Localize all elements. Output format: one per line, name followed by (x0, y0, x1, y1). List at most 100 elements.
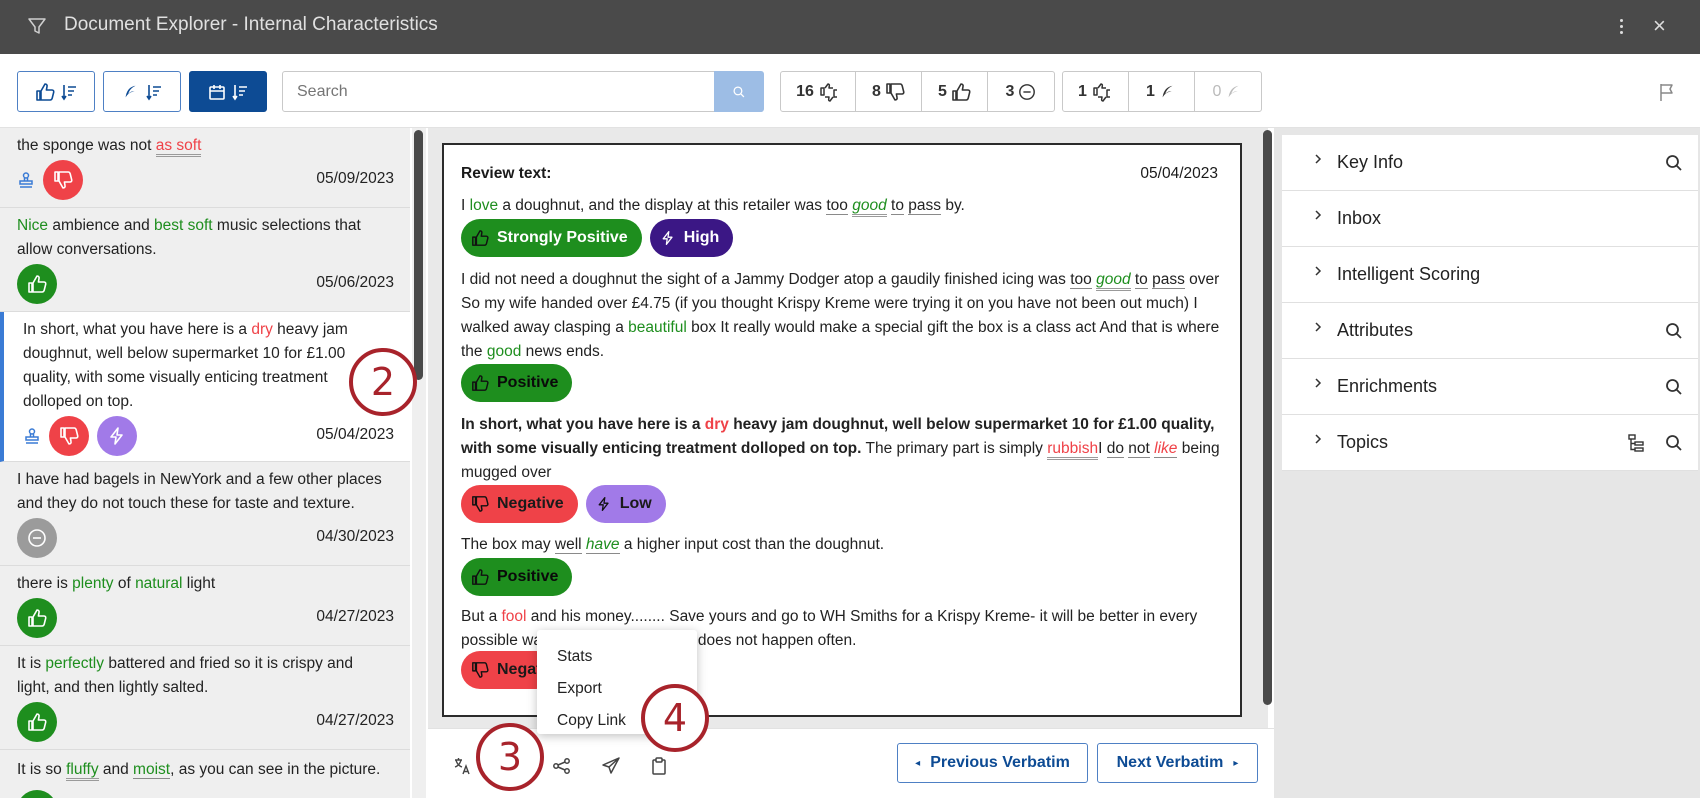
count-value: 5 (938, 82, 947, 100)
thumbs-up-icon (27, 274, 47, 294)
panel-enrichments[interactable]: Enrichments (1282, 359, 1698, 415)
panel-attributes[interactable]: Attributes (1282, 303, 1698, 359)
effort-chip[interactable]: Low (585, 485, 666, 523)
translate-icon[interactable] (452, 756, 472, 776)
list-item[interactable]: there is plenty of natural light 04/27/2… (0, 566, 410, 646)
chevron-right-icon (1312, 265, 1324, 277)
count-value: 16 (796, 82, 814, 100)
count-value: 0 (1212, 82, 1222, 100)
list-item-icons (17, 518, 57, 558)
panel-intelligent-scoring[interactable]: Intelligent Scoring (1282, 247, 1698, 303)
mixed-sentiment-icon (818, 82, 840, 102)
flag-icon[interactable] (1658, 82, 1676, 102)
list-item-icons (17, 160, 83, 200)
sentence-1: I love a doughnut, and the display at th… (461, 194, 1229, 218)
sentence-2: I did not need a doughnut the sight of a… (461, 271, 1220, 360)
caret-right-icon: ▸ (1233, 757, 1239, 769)
panel-inbox[interactable]: Inbox (1282, 191, 1698, 247)
sort-by-effort-button[interactable] (103, 71, 181, 112)
menu-item-stats[interactable]: Stats (537, 643, 697, 675)
sort-icon (146, 83, 162, 101)
next-verbatim-button[interactable]: Next Verbatim ▸ (1097, 743, 1258, 783)
mixed-sentiment-icon (1091, 82, 1113, 102)
document-scrollbar[interactable] (1262, 128, 1274, 728)
share-icon[interactable] (552, 756, 572, 776)
callout-3: 3 (476, 723, 544, 791)
effort-counts: 1 1 0 (1062, 71, 1262, 112)
callout-4: 4 (641, 684, 709, 752)
count-negative-button[interactable]: 8 (856, 72, 922, 111)
list-item-text: the sponge was not as soft (17, 134, 387, 158)
sort-by-sentiment-button[interactable] (17, 71, 95, 112)
search-icon[interactable] (1664, 321, 1684, 341)
panel-key-info[interactable]: Key Info (1282, 135, 1698, 191)
effort-icon (122, 83, 140, 101)
list-item[interactable]: Nice ambience and best soft music select… (0, 208, 410, 312)
close-icon[interactable]: × (1653, 14, 1666, 38)
search-input[interactable] (282, 71, 715, 112)
list-item-date: 05/04/2023 (316, 426, 394, 443)
negative-badge (43, 160, 83, 200)
sentiment-chip[interactable]: Negative (461, 485, 578, 523)
chip-label: High (683, 229, 720, 246)
list-item-date: 04/30/2023 (316, 528, 394, 545)
chevron-right-icon (1312, 209, 1324, 221)
panel-label: Attributes (1337, 320, 1414, 340)
chevron-right-icon (1312, 153, 1324, 165)
send-icon[interactable] (601, 756, 621, 776)
previous-verbatim-label: Previous Verbatim (930, 754, 1070, 771)
sort-by-date-button[interactable] (189, 71, 267, 112)
panel-label: Intelligent Scoring (1337, 264, 1481, 284)
thumbs-down-icon (471, 495, 489, 513)
list-item[interactable]: It is perfectly battered and fried so it… (0, 646, 410, 750)
list-item-text: It is so fluffy and moist, as you can se… (17, 758, 387, 782)
document-scrollbar-thumb[interactable] (1263, 130, 1272, 705)
list-item-icons (17, 264, 57, 304)
count-neutral-button[interactable]: 3 (988, 72, 1054, 111)
list-item-date: 04/27/2023 (316, 608, 394, 625)
count-positive-button[interactable]: 5 (922, 72, 988, 111)
sentiment-chip[interactable]: Strongly Positive (461, 219, 642, 257)
calendar-icon (208, 83, 226, 101)
thumbs-up-icon (27, 712, 47, 732)
list-item-icons (17, 790, 57, 798)
count-mixed-effort-button[interactable]: 1 (1063, 72, 1129, 111)
chip-label: Strongly Positive (497, 229, 628, 246)
neutral-icon (27, 528, 47, 548)
panel-topics[interactable]: Topics (1282, 415, 1698, 471)
thumbs-up-icon (471, 568, 489, 586)
neutral-badge (17, 518, 57, 558)
window-title: Document Explorer - Internal Characteris… (64, 14, 438, 35)
list-item[interactable]: I have had bagels in NewYork and a few o… (0, 462, 410, 566)
sentence-3: In short, what you have here is a dry he… (461, 416, 1220, 481)
sentiment-counts: 16 8 5 3 (780, 71, 1055, 112)
search-icon[interactable] (1664, 153, 1684, 173)
thumbs-up-icon (27, 608, 47, 628)
list-scrollbar-thumb[interactable] (414, 130, 423, 380)
list-item[interactable]: It is so fluffy and moist, as you can se… (0, 750, 410, 798)
list-scrollbar[interactable] (412, 128, 426, 798)
effort-chip[interactable]: High (649, 219, 734, 257)
review-date: 05/04/2023 (1140, 165, 1218, 182)
previous-verbatim-button[interactable]: ◂ Previous Verbatim (897, 743, 1088, 783)
count-effort-button[interactable]: 1 (1129, 72, 1195, 111)
sentiment-chip[interactable]: Positive (461, 364, 573, 402)
more-options-icon[interactable] (1614, 14, 1628, 38)
sentence-3-chips: Negative Low (461, 485, 666, 523)
sentiment-chip[interactable]: Positive (461, 558, 573, 596)
thumbs-down-icon (885, 82, 905, 102)
search-button[interactable] (714, 71, 764, 112)
clipboard-icon[interactable] (649, 756, 669, 776)
panel-label: Enrichments (1337, 376, 1438, 396)
review-heading: Review text: (461, 165, 552, 182)
panel-label: Topics (1337, 432, 1389, 452)
list-item-text: In short, what you have here is a dry he… (23, 321, 348, 410)
count-mixed-button[interactable]: 16 (781, 72, 856, 111)
thumbs-down-icon (59, 426, 79, 446)
list-item[interactable]: the sponge was not as soft 05/09/2023 (0, 128, 410, 208)
filter-icon[interactable] (26, 15, 48, 37)
search-icon[interactable] (1664, 433, 1684, 453)
count-effort-disabled-button[interactable]: 0 (1195, 72, 1261, 111)
search-icon[interactable] (1664, 377, 1684, 397)
hierarchy-icon[interactable] (1626, 433, 1646, 453)
